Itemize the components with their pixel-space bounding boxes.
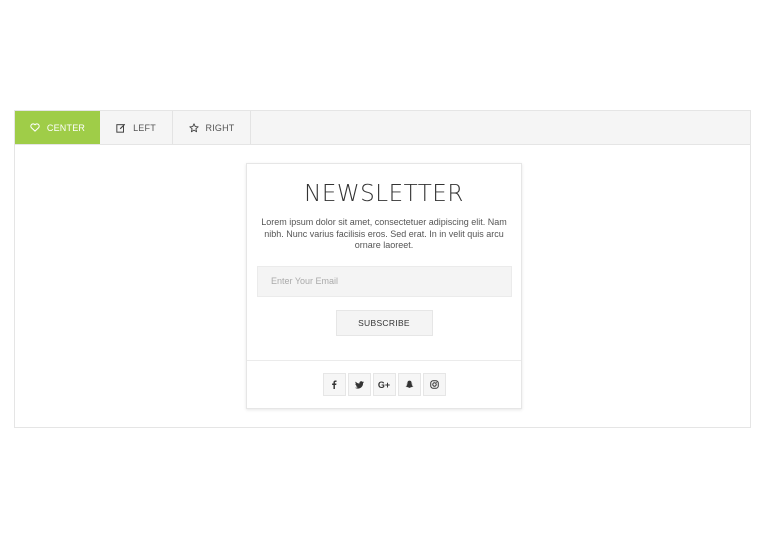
tab-right[interactable]: RIGHT — [173, 111, 251, 144]
heart-icon — [30, 123, 40, 132]
newsletter-title: NEWSLETTER — [304, 181, 464, 207]
star-icon — [188, 122, 199, 133]
instagram-icon — [429, 380, 439, 389]
instagram-button[interactable] — [422, 373, 446, 396]
tab-center[interactable]: CENTER — [15, 111, 100, 144]
newsletter-widget: CENTER LEFT RIGHT NEWSLETTER Lorem ipsum… — [14, 110, 751, 428]
subscribe-button[interactable]: SUBSCRIBE — [335, 309, 433, 336]
tab-left[interactable]: LEFT — [100, 111, 173, 144]
newsletter-description: Lorem ipsum dolor sit amet, consectetuer… — [261, 217, 507, 250]
tab-right-label: RIGHT — [205, 122, 235, 133]
facebook-icon — [331, 380, 337, 389]
google-plus-button[interactable]: G+ — [372, 373, 396, 396]
social-links: G+ — [247, 373, 521, 396]
tab-bar: CENTER LEFT RIGHT — [15, 111, 750, 145]
newsletter-card: NEWSLETTER Lorem ipsum dolor sit amet, c… — [246, 163, 522, 409]
google-plus-icon: G+ — [377, 379, 391, 390]
tab-center-label: CENTER — [46, 122, 86, 133]
twitter-button[interactable] — [347, 373, 371, 396]
divider — [247, 360, 521, 361]
twitter-icon — [354, 380, 364, 389]
edit-icon — [116, 123, 126, 133]
email-field[interactable] — [257, 265, 512, 297]
facebook-button[interactable] — [322, 373, 346, 396]
tab-left-label: LEFT — [133, 122, 156, 133]
snapchat-icon — [405, 380, 414, 389]
snapchat-button[interactable] — [397, 373, 421, 396]
